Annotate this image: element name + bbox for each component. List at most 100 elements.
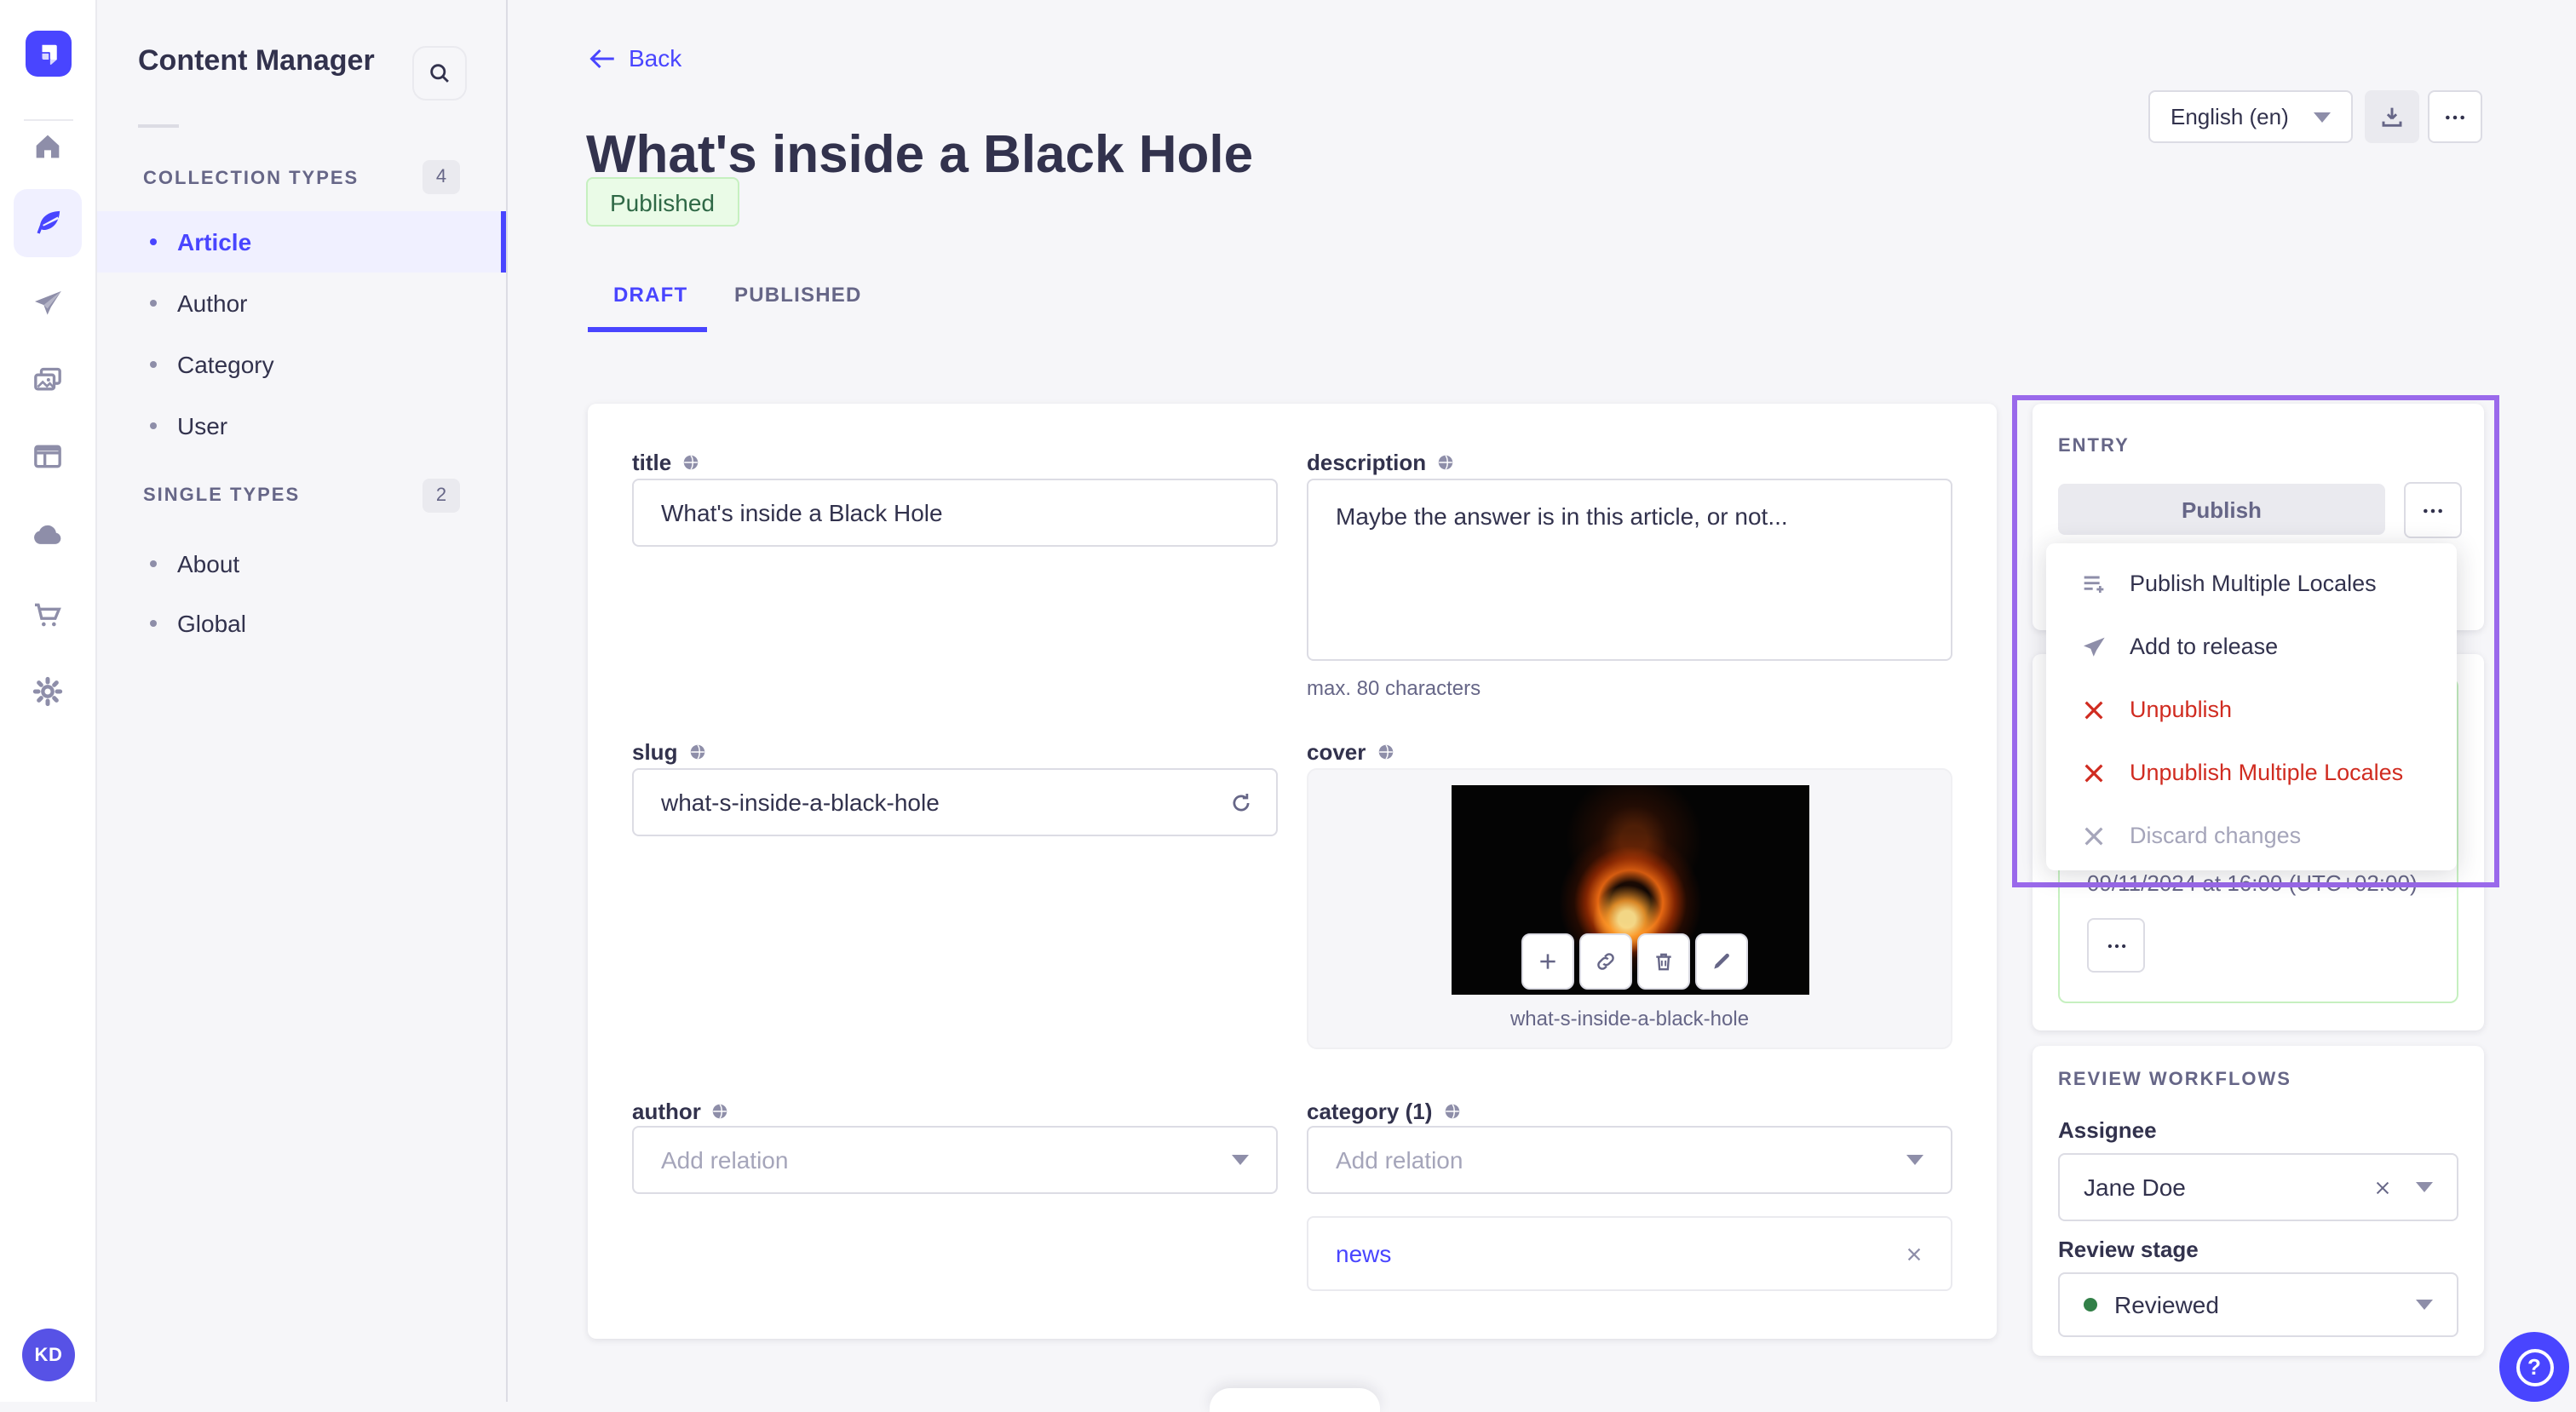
copy-link-button[interactable] — [1579, 933, 1632, 990]
slug-field-label: slug — [632, 739, 706, 765]
main-content: Back What's inside a Black Hole Publishe… — [508, 0, 2576, 1412]
sidebar-item-article[interactable]: Article — [97, 211, 506, 273]
sidebar-item-author[interactable]: Author — [97, 273, 506, 334]
title-input[interactable]: What's inside a Black Hole — [632, 479, 1278, 547]
floating-toolbar-partial[interactable] — [1210, 1388, 1380, 1412]
globe-icon — [1436, 453, 1455, 472]
menu-item-unpublish[interactable]: Unpublish — [2046, 678, 2457, 741]
tab-published[interactable]: PUBLISHED — [734, 283, 862, 307]
globe-icon — [687, 743, 706, 761]
gear-icon[interactable] — [14, 657, 82, 726]
title-field-label: title — [632, 450, 700, 475]
list-plus-icon — [2080, 570, 2107, 597]
category-relation-select[interactable]: Add relation — [1307, 1126, 1952, 1194]
layout-icon[interactable] — [14, 422, 82, 491]
search-button[interactable] — [412, 46, 467, 100]
remove-relation-icon[interactable] — [1905, 1244, 1923, 1263]
help-button[interactable]: ? — [2499, 1332, 2569, 1402]
chevron-down-icon — [2416, 1300, 2433, 1310]
description-hint: max. 80 characters — [1307, 676, 1481, 700]
bullet-icon — [150, 620, 157, 627]
cover-field-label: cover — [1307, 739, 1394, 765]
sidebar-item-about[interactable]: About — [97, 533, 506, 594]
menu-item-discard-changes[interactable]: Discard changes — [2046, 804, 2457, 867]
scheduled-date: 09/11/2024 at 16:00 (UTC+02:00) — [2087, 870, 2418, 896]
plus-icon — [1537, 950, 1559, 973]
sidebar-item-label: Article — [177, 228, 252, 255]
sidebar-item-label: User — [177, 412, 228, 439]
tab-draft[interactable]: DRAFT — [613, 283, 687, 307]
author-field-label: author — [632, 1099, 730, 1124]
download-button[interactable] — [2365, 90, 2419, 143]
category-relation-item: news — [1307, 1216, 1952, 1291]
add-asset-button[interactable] — [1521, 933, 1574, 990]
review-stage-label: Review stage — [2058, 1237, 2199, 1262]
globe-icon — [1442, 1102, 1461, 1121]
sidebar-divider — [138, 124, 179, 128]
edit-form-card: title What's inside a Black Hole descrip… — [588, 404, 1997, 1339]
globe-icon — [1376, 743, 1394, 761]
search-icon — [428, 61, 451, 85]
release-more-button[interactable] — [2087, 918, 2145, 973]
edit-asset-button[interactable] — [1695, 933, 1748, 990]
delete-asset-button[interactable] — [1637, 933, 1690, 990]
cart-icon[interactable] — [14, 581, 82, 649]
home-icon[interactable] — [14, 112, 82, 181]
menu-item-add-to-release[interactable]: Add to release — [2046, 615, 2457, 678]
entry-more-button[interactable] — [2404, 482, 2462, 538]
back-link[interactable]: Back — [589, 44, 681, 72]
chevron-down-icon — [2416, 1182, 2433, 1192]
section-label-single-types: SINGLE TYPES — [143, 485, 301, 506]
cloud-icon[interactable] — [14, 501, 82, 569]
locale-select[interactable]: English (en) — [2148, 90, 2353, 143]
paper-plane-icon — [2080, 633, 2107, 660]
category-field-label: category (1) — [1307, 1099, 1461, 1124]
link-icon — [1595, 950, 1617, 973]
more-horizontal-icon — [2103, 933, 2129, 958]
more-horizontal-icon — [2419, 496, 2447, 524]
refresh-icon[interactable] — [1228, 789, 1254, 815]
sidebar-item-label: Author — [177, 290, 248, 317]
assignee-select[interactable]: Jane Doe — [2058, 1153, 2458, 1221]
pencil-icon — [1711, 950, 1733, 973]
media-images-icon[interactable] — [14, 346, 82, 414]
review-stage-select[interactable]: Reviewed — [2058, 1272, 2458, 1337]
slug-input[interactable]: what-s-inside-a-black-hole — [632, 768, 1278, 836]
bullet-icon — [150, 361, 157, 368]
chevron-down-icon — [1906, 1155, 1923, 1165]
arrow-left-icon — [589, 47, 615, 69]
more-horizontal-icon — [2441, 103, 2469, 130]
paper-plane-icon[interactable] — [14, 269, 82, 337]
publish-button[interactable]: Publish — [2058, 484, 2385, 535]
publish-options-menu: Publish Multiple Locales Add to release … — [2046, 543, 2457, 870]
clear-assignee-icon[interactable] — [2373, 1178, 2392, 1197]
menu-item-unpublish-multiple-locales[interactable]: Unpublish Multiple Locales — [2046, 741, 2457, 804]
cover-field-card: what-s-inside-a-black-hole — [1307, 768, 1952, 1049]
trash-icon — [1653, 950, 1675, 973]
cross-icon — [2080, 759, 2107, 786]
sidebar-item-global[interactable]: Global — [97, 593, 506, 654]
sidebar-item-category[interactable]: Category — [97, 334, 506, 395]
sidebar-item-label: Global — [177, 610, 246, 637]
description-textarea[interactable]: Maybe the answer is in this article, or … — [1307, 479, 1952, 661]
strapi-logo-icon — [26, 31, 72, 77]
bullet-icon — [150, 300, 157, 307]
download-icon — [2378, 103, 2406, 130]
sidebar-item-user[interactable]: User — [97, 395, 506, 456]
feather-icon[interactable] — [14, 189, 82, 257]
bullet-icon — [150, 238, 157, 245]
cover-toolbar — [1521, 933, 1748, 990]
active-tab-indicator — [588, 327, 707, 332]
cross-icon — [2080, 696, 2107, 723]
page-title: What's inside a Black Hole — [586, 123, 1254, 184]
review-workflows-panel: REVIEW WORKFLOWS Assignee Jane Doe Revie… — [2033, 1046, 2484, 1356]
status-badge: Published — [586, 177, 739, 227]
author-relation-select[interactable]: Add relation — [632, 1126, 1278, 1194]
sidebar-item-label: About — [177, 550, 240, 577]
relation-link[interactable]: news — [1336, 1240, 1391, 1267]
menu-item-publish-multiple-locales[interactable]: Publish Multiple Locales — [2046, 552, 2457, 615]
avatar[interactable]: KD — [22, 1329, 75, 1381]
more-options-button[interactable] — [2428, 90, 2482, 143]
sidebar-item-label: Category — [177, 351, 274, 378]
question-mark-icon: ? — [2516, 1348, 2553, 1386]
